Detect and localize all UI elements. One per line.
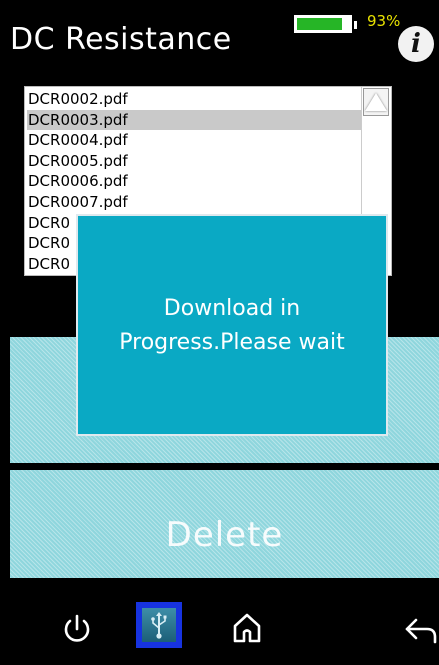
file-list-item[interactable]: DCR0007.pdf — [27, 192, 361, 213]
back-icon[interactable] — [402, 612, 439, 646]
file-list-item[interactable]: DCR0006.pdf — [27, 171, 361, 192]
file-list-item[interactable]: DCR0002.pdf — [27, 89, 361, 110]
file-list-item[interactable]: DCR0004.pdf — [27, 130, 361, 151]
dialog-message: Download in Progress.Please wait — [119, 296, 345, 355]
usb-button[interactable] — [136, 602, 182, 648]
scroll-up-arrow-icon[interactable] — [363, 88, 389, 116]
battery-fill — [297, 18, 342, 30]
battery-indicator — [292, 13, 357, 35]
info-button[interactable]: i — [398, 26, 434, 62]
battery-percent: 93% — [367, 12, 401, 30]
button-divider — [10, 463, 439, 470]
page-title: DC Resistance — [10, 22, 232, 57]
delete-button-label: Delete — [165, 515, 284, 555]
usb-icon — [151, 612, 167, 639]
power-icon[interactable] — [60, 612, 94, 646]
home-icon[interactable] — [229, 610, 265, 646]
file-list-item[interactable]: DCR0005.pdf — [27, 151, 361, 172]
download-progress-dialog: Download in Progress.Please wait — [76, 214, 388, 436]
file-list-item[interactable]: DCR0003.pdf — [27, 109, 361, 131]
